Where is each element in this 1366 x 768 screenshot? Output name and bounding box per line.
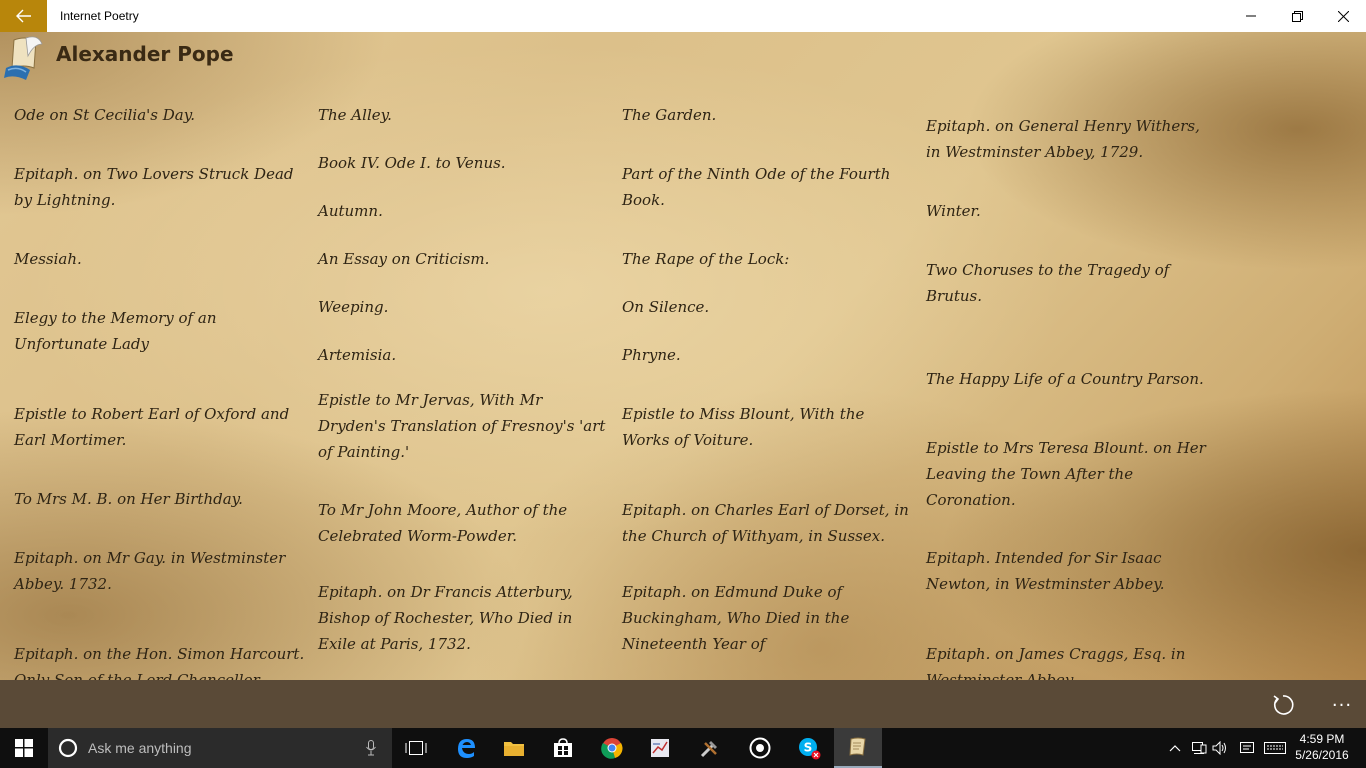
internet-poetry-taskbar-button[interactable]	[834, 728, 882, 768]
keyboard-icon	[1264, 742, 1286, 754]
volume-icon	[1212, 741, 1226, 755]
skype-button[interactable]: S	[785, 728, 833, 768]
chart-app-icon	[651, 739, 669, 757]
poem-link[interactable]: Autumn.	[318, 198, 610, 224]
poem-link[interactable]: On Silence.	[622, 294, 914, 320]
minimize-button[interactable]	[1228, 0, 1274, 32]
poem-link[interactable]: Weeping.	[318, 294, 610, 320]
task-view-button[interactable]	[392, 728, 440, 768]
restore-icon	[1291, 10, 1303, 22]
poem-link[interactable]: Epitaph. on Two Lovers Struck Dead by Li…	[14, 161, 306, 213]
poem-link[interactable]: The Alley.	[318, 102, 610, 128]
poem-link[interactable]: Book IV. Ode I. to Venus.	[318, 150, 610, 176]
poem-link[interactable]: Epistle to Mrs Teresa Blount. on Her Lea…	[926, 435, 1216, 513]
volume-button[interactable]	[1210, 728, 1232, 768]
cortana-icon	[58, 738, 78, 758]
poem-link[interactable]: The Garden.	[622, 102, 914, 128]
poem-link[interactable]: Elegy to the Memory of an Unfortunate La…	[14, 305, 244, 357]
start-button[interactable]	[0, 728, 48, 768]
poem-link[interactable]: Epitaph. on the Hon. Simon Harcourt. Onl…	[14, 641, 314, 680]
microphone-icon[interactable]	[366, 740, 376, 756]
chrome-icon	[601, 738, 623, 759]
skype-icon: S	[799, 738, 821, 760]
poem-list-page: Alexander Pope Ode on St Cecilia's Day. …	[0, 32, 1366, 680]
notification-icon	[1240, 742, 1254, 753]
poem-link[interactable]: Epistle to Robert Earl of Oxford and Ear…	[14, 401, 306, 453]
app-button[interactable]	[636, 728, 684, 768]
poem-link[interactable]: The Rape of the Lock:	[622, 246, 914, 272]
svg-text:S: S	[804, 741, 813, 755]
author-name: Alexander Pope	[56, 42, 234, 66]
store-button[interactable]	[539, 728, 587, 768]
media-button[interactable]	[736, 728, 784, 768]
keyboard-button[interactable]	[1262, 728, 1288, 768]
restore-button[interactable]	[1274, 0, 1320, 32]
poem-link[interactable]: Winter.	[926, 198, 1218, 224]
poem-link[interactable]: Part of the Ninth Ode of the Fourth Book…	[622, 161, 914, 213]
minimize-icon	[1246, 15, 1256, 17]
poem-link[interactable]: Messiah.	[14, 246, 306, 272]
network-icon	[1192, 742, 1207, 754]
poem-link[interactable]: The Happy Life of a Country Parson.	[926, 366, 1226, 392]
show-hidden-icons-button[interactable]	[1166, 728, 1184, 768]
chevron-up-icon	[1169, 745, 1181, 752]
store-bag-icon	[554, 738, 572, 757]
search-placeholder: Ask me anything	[88, 740, 192, 756]
poem-link[interactable]: Epitaph. Intended for Sir Isaac Newton, …	[926, 545, 1186, 597]
more-options-button[interactable]: ...	[1326, 690, 1358, 716]
task-view-icon	[405, 741, 427, 755]
app-title: Internet Poetry	[60, 9, 139, 23]
scroll-quill-icon	[849, 737, 866, 756]
poem-link[interactable]: Epitaph. on Mr Gay. in Westminster Abbey…	[14, 545, 306, 597]
back-arrow-icon	[15, 9, 31, 23]
poem-link[interactable]: Ode on St Cecilia's Day.	[14, 102, 306, 128]
edge-icon	[458, 739, 475, 758]
poem-link[interactable]: Epitaph. on Charles Earl of Dorset, in t…	[622, 497, 918, 549]
poem-link[interactable]: Artemisia.	[318, 342, 610, 368]
app-command-bar: ...	[0, 680, 1366, 728]
file-explorer-button[interactable]	[490, 728, 538, 768]
poem-link[interactable]: Epitaph. on General Henry Withers, in We…	[926, 113, 1216, 165]
tools-icon	[700, 741, 717, 758]
poem-link[interactable]: To Mr John Moore, Author of the Celebrat…	[318, 497, 588, 549]
system-clock[interactable]: 4:59 PM 5/26/2016	[1290, 731, 1354, 763]
poem-link[interactable]: Two Choruses to the Tragedy of Brutus.	[926, 257, 1186, 309]
close-button[interactable]	[1320, 0, 1366, 32]
poem-link[interactable]: To Mrs M. B. on Her Birthday.	[14, 486, 306, 512]
title-bar: Internet Poetry	[0, 0, 1366, 32]
action-center-button[interactable]	[1236, 728, 1258, 768]
poem-link[interactable]: Phryne.	[622, 342, 914, 368]
poem-link[interactable]: Epitaph. on James Craggs, Esq. in Westmi…	[926, 641, 1216, 680]
poem-link[interactable]: Epitaph. on Edmund Duke of Buckingham, W…	[622, 579, 882, 657]
people-tray-button[interactable]	[1188, 728, 1210, 768]
cortana-search-box[interactable]: Ask me anything	[48, 728, 392, 768]
refresh-icon	[1273, 695, 1294, 715]
close-icon	[1337, 10, 1349, 22]
scroll-quill-icon	[4, 36, 43, 80]
refresh-button[interactable]	[1268, 692, 1298, 718]
poem-link[interactable]: Epistle to Mr Jervas, With Mr Dryden's T…	[318, 387, 608, 465]
back-button[interactable]	[0, 0, 47, 32]
edge-button[interactable]	[442, 728, 490, 768]
clock-time: 4:59 PM	[1299, 732, 1345, 746]
chrome-button[interactable]	[588, 728, 636, 768]
windows-logo-icon	[15, 739, 33, 757]
clock-date: 5/26/2016	[1295, 748, 1349, 762]
tools-button[interactable]	[686, 728, 734, 768]
media-player-icon	[749, 737, 771, 759]
poem-link[interactable]: An Essay on Criticism.	[318, 246, 610, 272]
poem-link[interactable]: Epitaph. on Dr Francis Atterbury, Bishop…	[318, 579, 588, 657]
folder-icon	[504, 742, 524, 756]
taskbar: Ask me anything S 4:59 PM 5/26/2016	[0, 728, 1366, 768]
poem-link[interactable]: Epistle to Miss Blount, With the Works o…	[622, 401, 882, 453]
